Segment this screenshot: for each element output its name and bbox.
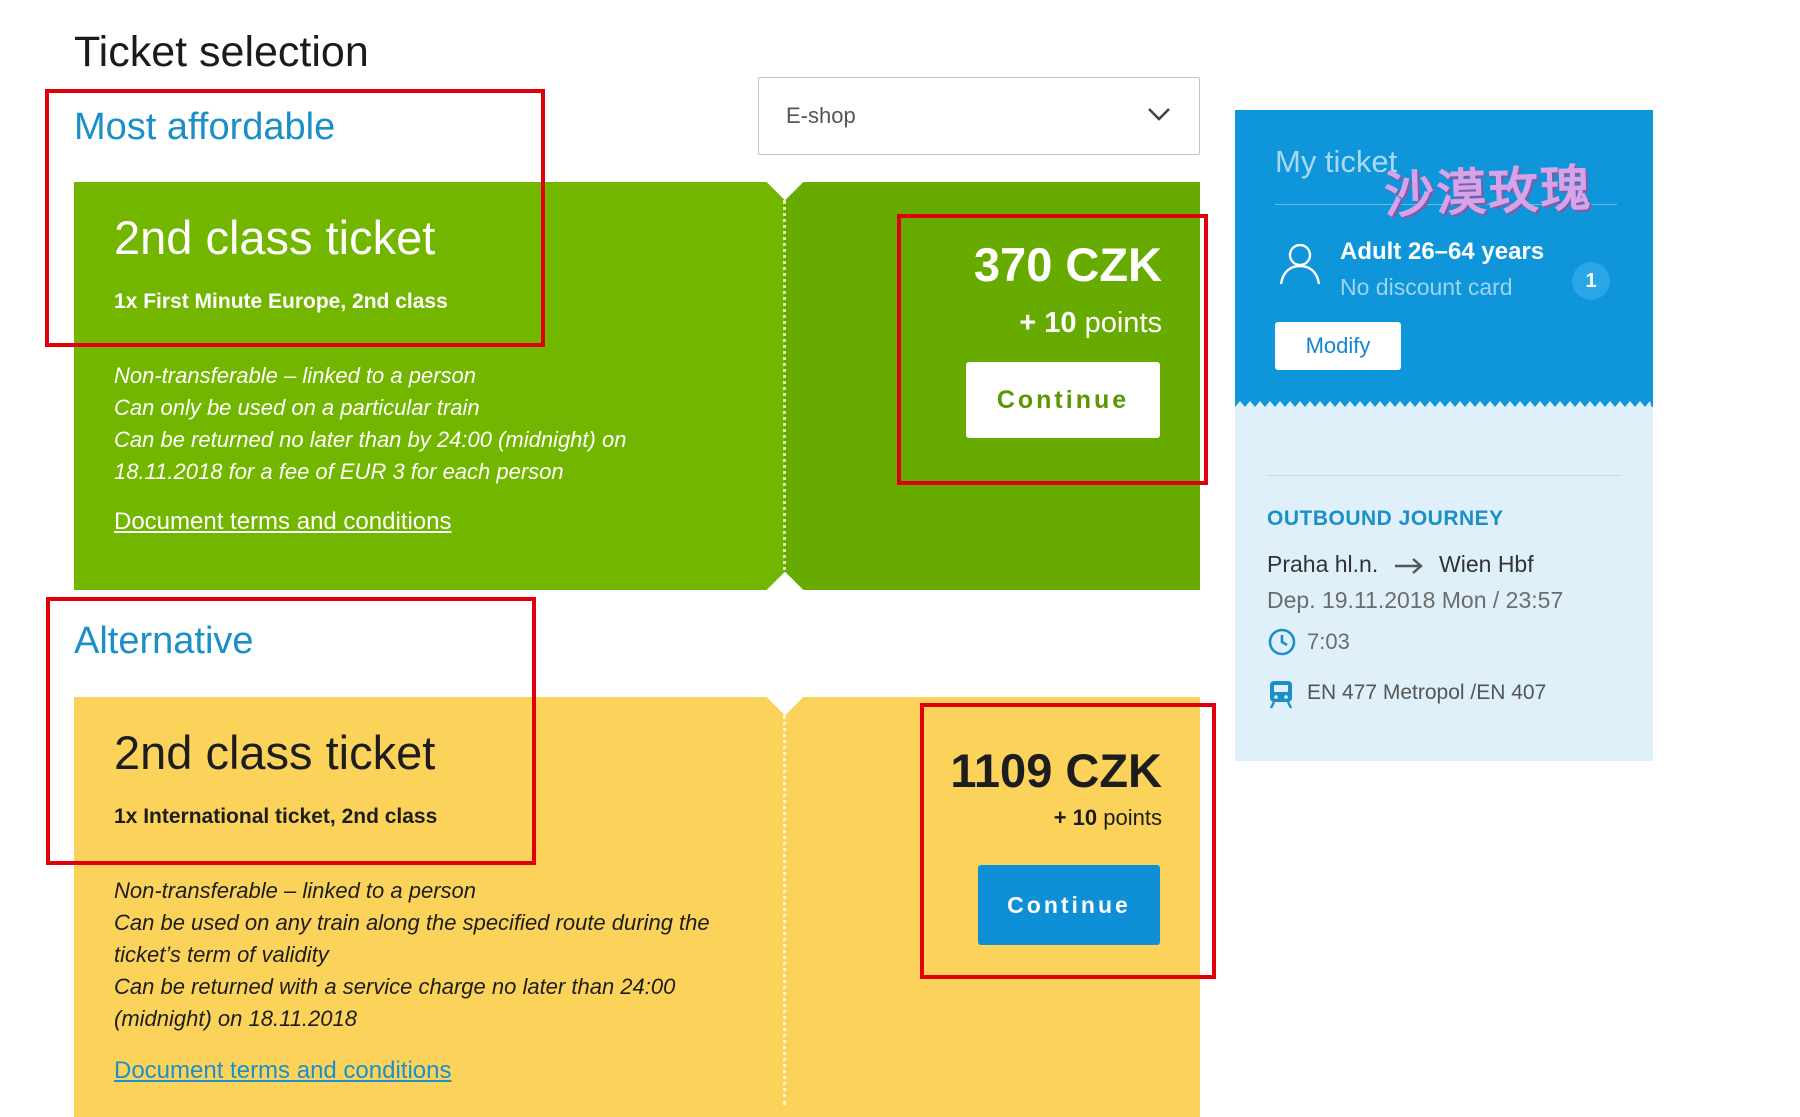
terms-link[interactable]: Document terms and conditions [114, 1057, 452, 1085]
sales-channel-value: E-shop [786, 103, 856, 128]
terms-link[interactable]: Document terms and conditions [114, 508, 452, 536]
ticket-price: 1109 CZK [950, 744, 1162, 797]
ticket-card-most-affordable: 2nd class ticket 1x First Minute Europe,… [74, 182, 1200, 590]
passenger-type: Adult 26–64 years [1340, 238, 1545, 265]
continue-button[interactable]: Continue [978, 865, 1160, 945]
modify-button[interactable]: Modify [1275, 322, 1401, 370]
ticket-title: 2nd class ticket [114, 726, 436, 779]
train-number: EN 477 Metropol /EN 407 [1307, 681, 1547, 704]
journey-heading: OUTBOUND JOURNEY [1267, 507, 1504, 530]
route: Praha hl.n. Wien Hbf [1267, 551, 1534, 578]
passenger-count-badge: 1 [1572, 262, 1610, 300]
page-title: Ticket selection [74, 28, 369, 76]
ticket-notch-top [766, 697, 804, 716]
ticket-condition-line: Can be returned with a service charge no… [114, 974, 676, 999]
divider [1267, 475, 1621, 476]
ticket-card-alternative: 2nd class ticket 1x International ticket… [74, 697, 1200, 1117]
points-label: points [1103, 805, 1162, 830]
watermark: 沙漠玫瑰 [1383, 158, 1594, 225]
discount-card: No discount card [1340, 274, 1513, 300]
ticket-condition-line: Non-transferable – linked to a person [114, 363, 476, 388]
ticket-points: + 10 points [1054, 805, 1162, 831]
ticket-condition-line: ticket’s term of validity [114, 942, 329, 967]
ticket-subtitle: 1x International ticket, 2nd class [114, 805, 438, 828]
route-from: Praha hl.n. [1267, 551, 1379, 577]
ticket-condition-line: Can only be used on a particular train [114, 395, 480, 420]
ticket-condition-line: Can be used on any train along the speci… [114, 910, 710, 935]
ticket-condition-line: Can be returned no later than by 24:00 (… [114, 427, 627, 452]
train-icon [1269, 681, 1293, 709]
route-to: Wien Hbf [1439, 551, 1534, 577]
arrow-right-icon [1394, 558, 1423, 574]
ticket-condition-line: 18.11.2018 for a fee of EUR 3 for each p… [114, 459, 564, 484]
journey-panel: OUTBOUND JOURNEY Praha hl.n. Wien Hbf De… [1235, 407, 1653, 761]
points-value: + 10 [1053, 805, 1098, 830]
section-heading-alternative: Alternative [74, 620, 254, 662]
ticket-title: 2nd class ticket [114, 211, 436, 264]
chevron-down-icon [1148, 108, 1170, 121]
departure-time: Dep. 19.11.2018 Mon / 23:57 [1267, 587, 1564, 613]
ticket-perforation [783, 715, 786, 1105]
clock-icon [1268, 628, 1296, 656]
ticket-condition-line: (midnight) on 18.11.2018 [114, 1006, 357, 1031]
ticket-conditions: Non-transferable – linked to a person Ca… [114, 360, 626, 488]
my-ticket-title: My ticket [1275, 144, 1398, 179]
continue-button[interactable]: Continue [966, 362, 1160, 438]
ticket-condition-line: Non-transferable – linked to a person [114, 878, 476, 903]
section-heading-most-affordable: Most affordable [74, 106, 336, 148]
ticket-points: + 10 points [1019, 307, 1162, 340]
ticket-price: 370 CZK [973, 238, 1162, 291]
points-value: + 10 [1019, 307, 1077, 339]
journey-duration: 7:03 [1307, 629, 1350, 654]
points-label: points [1084, 307, 1162, 339]
ticket-perforation [783, 200, 786, 578]
sales-channel-select[interactable]: E-shop [758, 77, 1200, 155]
person-icon [1279, 243, 1321, 285]
ticket-subtitle: 1x First Minute Europe, 2nd class [114, 290, 448, 313]
ticket-conditions: Non-transferable – linked to a person Ca… [114, 875, 710, 1035]
